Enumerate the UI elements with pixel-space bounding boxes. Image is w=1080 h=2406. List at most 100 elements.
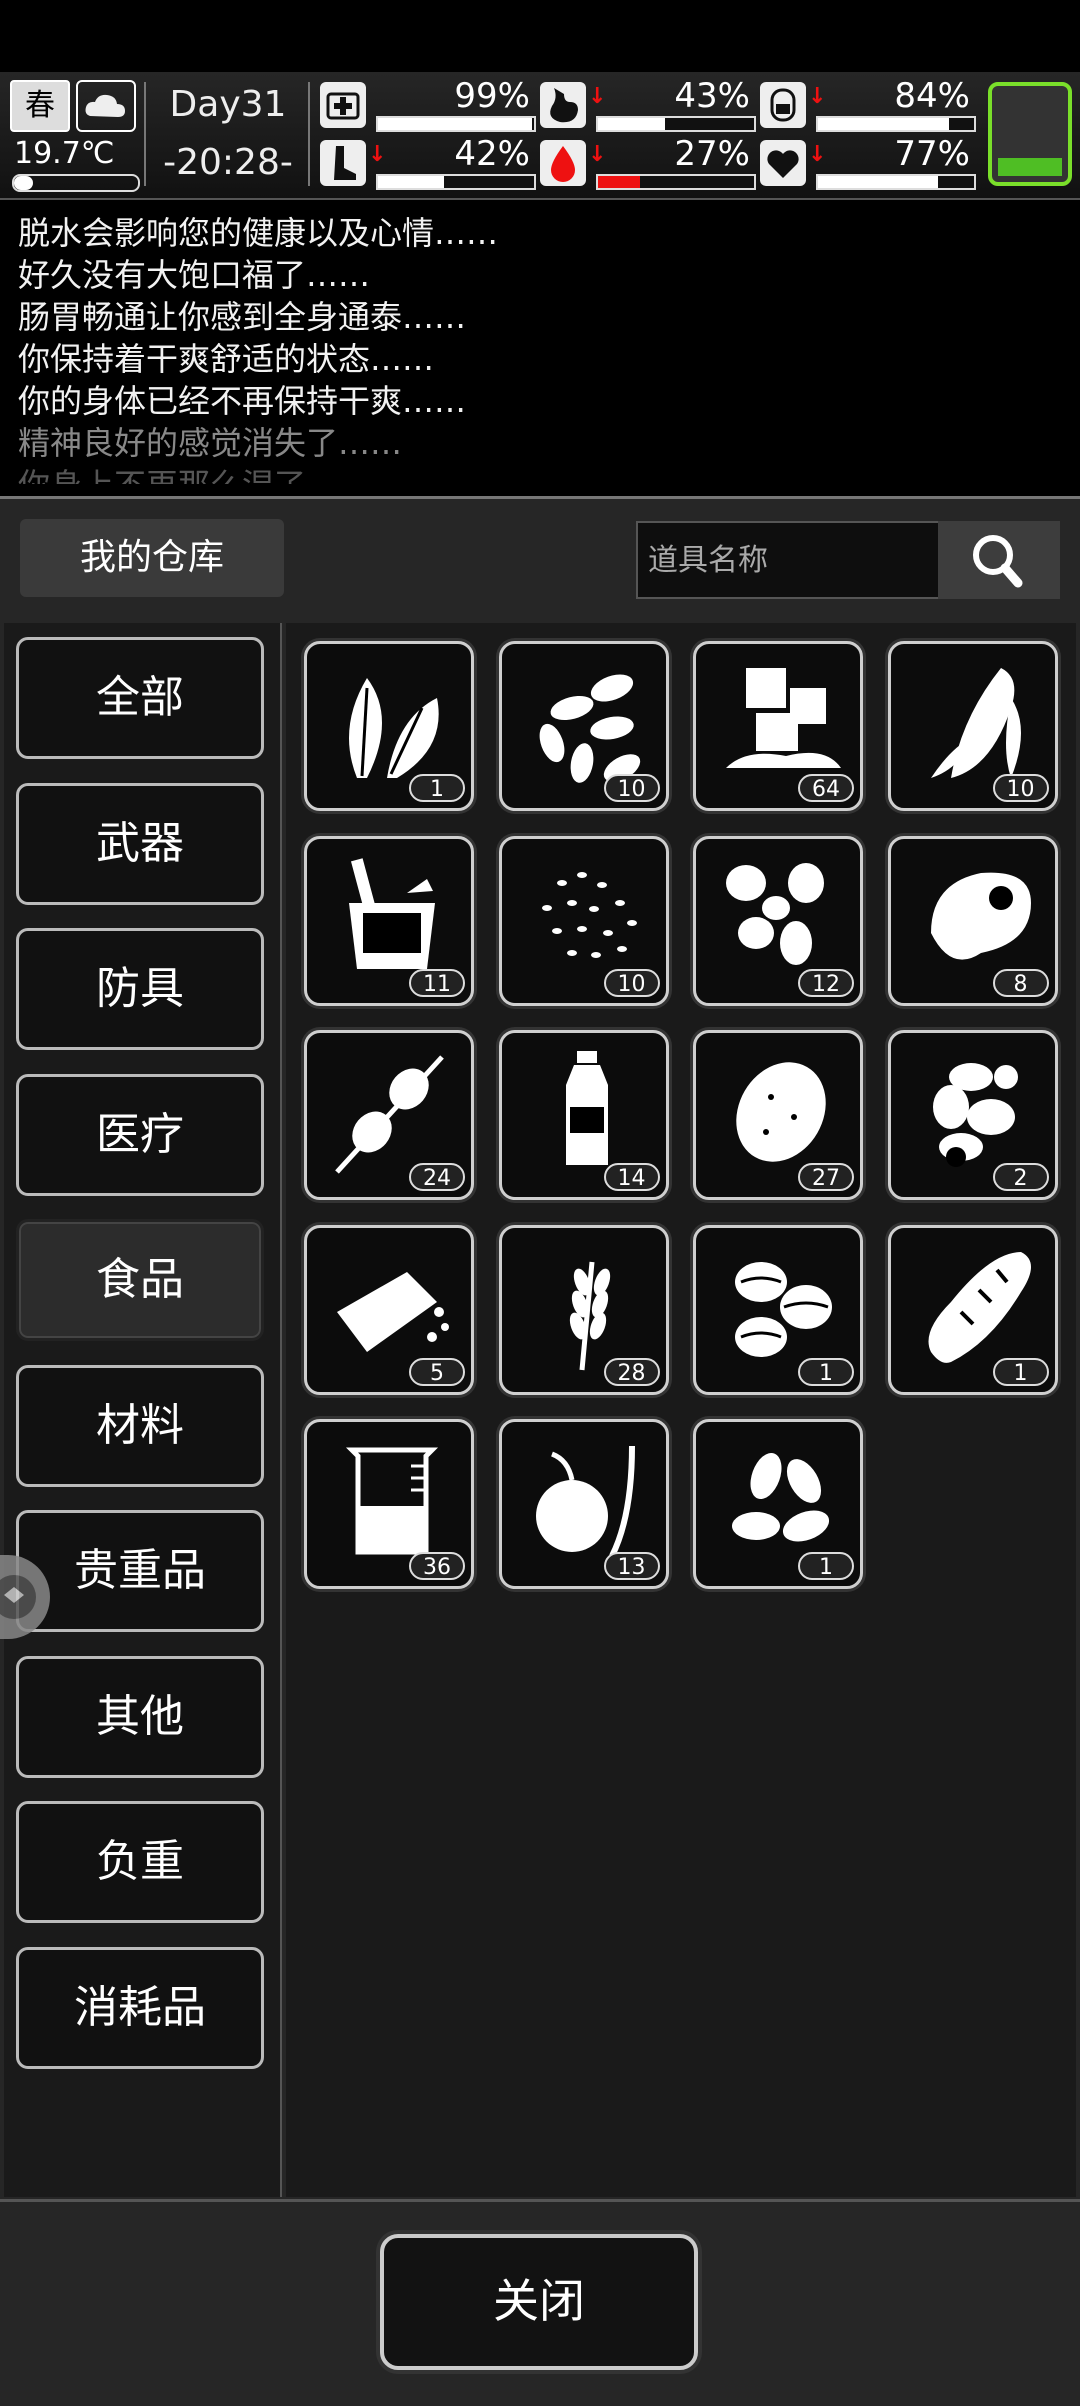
item-count: 12 (798, 968, 854, 997)
grain-icon (541, 871, 637, 958)
item-slot[interactable]: 1 (693, 1224, 863, 1395)
item-slot[interactable]: 8 (887, 835, 1058, 1006)
boot-icon (320, 140, 366, 186)
item-count: 1 (798, 1357, 854, 1386)
item-slot[interactable]: 5 (304, 1224, 474, 1395)
stat-health: 99% (320, 76, 538, 132)
stat-blood: ↓ 27% (540, 134, 758, 190)
category-tab[interactable]: 材料 (16, 1364, 264, 1487)
item-slot[interactable]: 12 (693, 835, 863, 1006)
decrease-arrow-icon: ↓ (588, 142, 607, 167)
category-tab[interactable]: 贵重品 (16, 1510, 264, 1632)
almond-icon (732, 1452, 830, 1542)
potato-icon (736, 1062, 826, 1162)
stat-mood: ↓ 77% (760, 134, 978, 190)
item-count: 8 (992, 968, 1049, 997)
ginger-icon (932, 1063, 1018, 1167)
close-button[interactable]: 关闭 (380, 2234, 698, 2370)
category-tab[interactable]: 其他 (16, 1655, 264, 1778)
item-slot[interactable]: 1 (693, 1419, 863, 1589)
bucket-icon (349, 857, 435, 969)
category-tab[interactable]: 负重 (16, 1801, 264, 1923)
category-tab[interactable]: 食品 (16, 1219, 264, 1341)
leaves-icon (349, 678, 439, 778)
water-jar-icon (760, 82, 806, 128)
item-slot[interactable]: 28 (498, 1224, 669, 1395)
stomach-icon (540, 82, 586, 128)
category-sidebar: 全部武器防具医疗食品材料贵重品其他负重消耗品 (4, 623, 282, 2197)
stat-percent: 43% (674, 76, 750, 116)
stat-bar (816, 174, 976, 190)
log-line: 精神良好的感觉消失了…… (18, 424, 403, 462)
stat-percent: 77% (894, 134, 970, 174)
item-slot[interactable]: 36 (304, 1419, 474, 1589)
item-count: 13 (603, 1552, 660, 1580)
corn-icon (930, 668, 1021, 778)
item-count: 1 (409, 774, 465, 802)
stat-thirst: ↓ 84% (760, 76, 978, 132)
category-tab[interactable]: 医疗 (16, 1073, 264, 1196)
warehouse-tab[interactable]: 我的仓库 (20, 519, 284, 597)
decrease-arrow-icon: ↓ (808, 142, 827, 167)
log-line: 你保持着干爽舒适的状态…… (18, 340, 435, 378)
log-line: 你的身体已经不再保持干爽…… (18, 382, 467, 420)
item-count: 10 (992, 774, 1049, 802)
log-line: 好久没有大饱口福了…… (18, 256, 371, 294)
stat-bar (596, 174, 756, 190)
search-bar (636, 521, 1060, 599)
item-slot[interactable]: 1 (887, 1224, 1058, 1395)
floating-menu-handle[interactable] (0, 1555, 50, 1639)
stat-percent: 84% (894, 76, 970, 116)
item-grid: 1 10 64 10 11 10 12 8 24 14 27 2 5 28 1 1 36 13 1 (286, 623, 1076, 2197)
category-tab[interactable]: 防具 (16, 928, 264, 1050)
message-log[interactable]: 脱水会影响您的健康以及心情…… 好久没有大饱口福了…… 肠胃畅通让你感到全身通泰……… (18, 212, 1058, 484)
stat-bar (596, 116, 756, 132)
item-slot[interactable]: 1 (304, 641, 474, 811)
search-input[interactable] (636, 521, 960, 599)
item-slot[interactable]: 64 (693, 641, 863, 811)
item-slot[interactable]: 11 (304, 835, 474, 1006)
search-button[interactable] (938, 521, 1060, 599)
blood-drop-icon (540, 140, 586, 186)
item-slot[interactable]: 10 (498, 835, 669, 1006)
stat-bar (376, 174, 536, 190)
log-line: 你身上不再那么湿了…… (18, 464, 1058, 484)
clock: -20:28- (163, 142, 293, 183)
item-count: 11 (409, 968, 465, 997)
stat-percent: 99% (454, 76, 530, 116)
stat-stamina: ↓ 42% (320, 134, 538, 190)
item-count: 28 (603, 1357, 660, 1386)
item-count: 14 (603, 1163, 660, 1191)
status-hud: 春 19.7℃ Day31 -20:28- 99% ↓ 43% ↓ 84% ↓ 42% ↓ 27… (0, 72, 1080, 200)
search-icon (973, 535, 1023, 588)
item-slot[interactable]: 2 (887, 1030, 1058, 1200)
day-counter: Day31 (169, 84, 287, 125)
item-slot[interactable]: 13 (498, 1419, 669, 1589)
log-line: 脱水会影响您的健康以及心情…… (18, 214, 499, 252)
cloud-icon (76, 80, 136, 132)
log-line: 肠胃畅通让你感到全身通泰…… (18, 298, 467, 336)
tofu-icon (337, 1271, 449, 1352)
ice-cubes-icon (726, 668, 841, 768)
item-count: 1 (992, 1357, 1049, 1386)
category-tab[interactable]: 消耗品 (16, 1946, 264, 2069)
item-count: 10 (603, 968, 660, 997)
category-tab[interactable]: 全部 (16, 637, 264, 759)
stat-percent: 27% (674, 134, 750, 174)
category-tab[interactable]: 武器 (16, 782, 264, 905)
item-count: 1 (798, 1552, 854, 1580)
battery-indicator (988, 82, 1072, 186)
temperature-readout: 19.7℃ (14, 136, 115, 171)
item-slot[interactable]: 27 (693, 1030, 863, 1200)
item-slot[interactable]: 10 (498, 641, 669, 811)
seeds-icon (539, 674, 640, 783)
item-slot[interactable]: 14 (498, 1030, 669, 1200)
item-count: 64 (798, 774, 854, 802)
kebab-icon (335, 1055, 444, 1174)
footer-bar: 关闭 (0, 2199, 1080, 2406)
item-slot[interactable]: 24 (304, 1030, 474, 1200)
item-count: 5 (409, 1357, 465, 1386)
item-count: 2 (992, 1163, 1049, 1191)
item-count: 24 (409, 1163, 465, 1191)
item-slot[interactable]: 10 (887, 641, 1058, 811)
